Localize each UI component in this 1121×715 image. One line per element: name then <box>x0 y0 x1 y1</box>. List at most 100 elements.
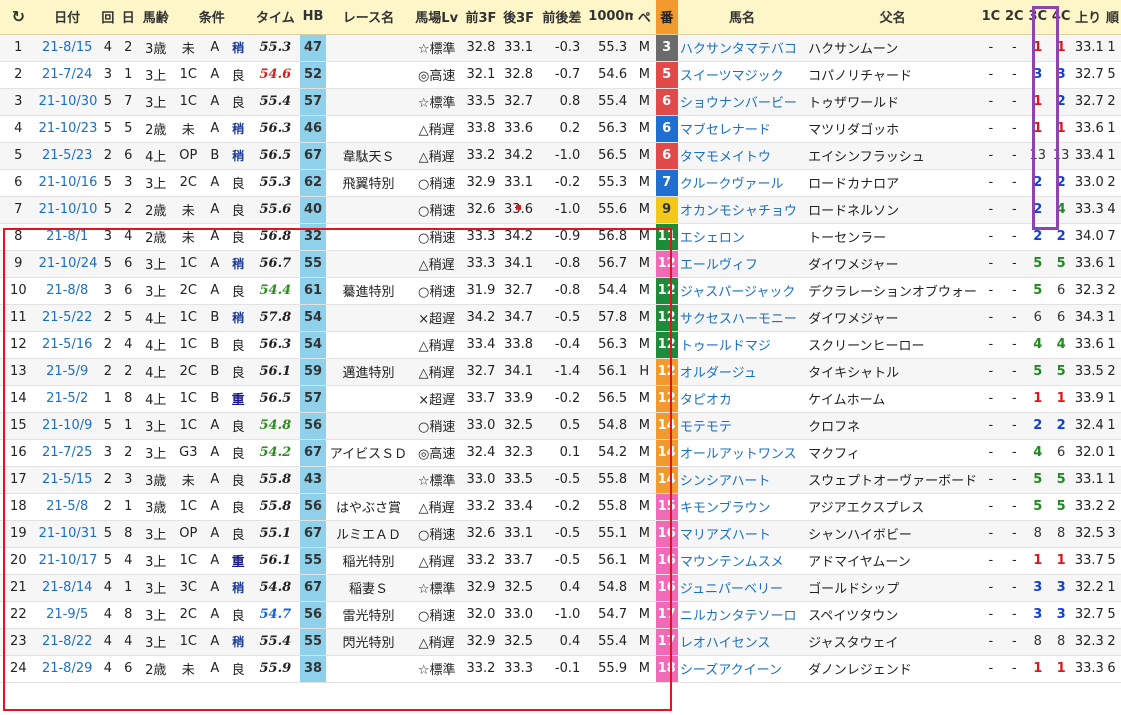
col-header-nichi[interactable]: 日 <box>118 0 139 35</box>
horse-name-link[interactable]: エールヴィフ <box>677 250 807 278</box>
race-name-cell[interactable]: 稲妻Ｓ <box>325 574 412 602</box>
race-name-cell[interactable] <box>325 88 412 116</box>
race-name-cell[interactable]: 閃光特別 <box>325 628 412 656</box>
date-link[interactable]: 21-7/25 <box>36 439 98 467</box>
race-name-cell[interactable] <box>325 250 412 278</box>
col-header-track-level[interactable]: 馬場Lv <box>411 0 463 35</box>
race-name-cell[interactable]: 雷光特別 <box>325 601 412 629</box>
race-name-cell[interactable] <box>325 655 412 683</box>
date-link[interactable]: 21-10/31 <box>36 520 98 548</box>
date-link[interactable]: 21-10/24 <box>36 250 98 278</box>
race-name-cell[interactable]: アイビスＳＤ <box>325 439 412 467</box>
horse-name-link[interactable]: シーズアクイーン <box>677 655 807 683</box>
horse-name-link[interactable]: マブセレナード <box>677 115 807 143</box>
horse-name-link[interactable]: トゥールドマジ <box>677 331 807 359</box>
date-link[interactable]: 21-8/15 <box>36 34 98 62</box>
horse-name-link[interactable]: ショウナンバービー <box>677 88 807 116</box>
horse-name-link[interactable]: マウンテンムスメ <box>677 547 807 575</box>
col-header-race-name[interactable]: レース名 <box>325 0 412 35</box>
date-link[interactable]: 21-9/5 <box>36 601 98 629</box>
reload-icon[interactable]: ↻ <box>0 0 37 35</box>
race-name-cell[interactable]: はやぶさ賞 <box>325 493 412 521</box>
last3f-cell: 32.5 <box>499 628 538 656</box>
col-header-last3f[interactable]: 後3F <box>499 0 538 35</box>
col-header-first3f[interactable]: 前3F <box>462 0 500 35</box>
race-name-cell[interactable] <box>325 412 412 440</box>
col-header-age[interactable]: 馬齢 <box>138 0 174 35</box>
horse-name-link[interactable]: タマモメイトウ <box>677 142 807 170</box>
horse-name-link[interactable]: オカンモシャチョウ <box>677 196 807 224</box>
race-name-cell[interactable]: ルミエＡＤ <box>325 520 412 548</box>
horse-name-link[interactable]: レオハイセンス <box>677 628 807 656</box>
horse-name-link[interactable]: キモンブラウン <box>677 493 807 521</box>
col-header-time[interactable]: タイム <box>250 0 301 35</box>
date-link[interactable]: 21-8/8 <box>36 277 98 305</box>
horse-name-link[interactable]: ジャスパージャック <box>677 277 807 305</box>
date-link[interactable]: 21-10/17 <box>36 547 98 575</box>
m1000-cell: 56.3 <box>586 331 634 359</box>
date-link[interactable]: 21-10/23 <box>36 115 98 143</box>
horse-name-link[interactable]: オルダージュ <box>677 358 807 386</box>
date-link[interactable]: 21-10/30 <box>36 88 98 116</box>
col-header-ban[interactable]: 番 <box>655 0 678 35</box>
race-name-cell[interactable] <box>325 385 412 413</box>
date-link[interactable]: 21-10/9 <box>36 412 98 440</box>
col-header-kai[interactable]: 回 <box>97 0 119 35</box>
date-link[interactable]: 21-5/23 <box>36 142 98 170</box>
horse-name-link[interactable]: オールアットワンス <box>677 439 807 467</box>
col-header-hb[interactable]: HB <box>300 0 326 35</box>
col-header-2c[interactable]: 2C <box>1002 0 1027 35</box>
horse-name-link[interactable]: ジュニパーベリー <box>677 574 807 602</box>
age-cell: 3上 <box>138 547 174 575</box>
col-header-pace[interactable]: ペ <box>633 0 656 35</box>
col-header-agari[interactable]: 上り <box>1072 0 1104 35</box>
date-link[interactable]: 21-10/10 <box>36 196 98 224</box>
col-header-1c[interactable]: 1C <box>979 0 1003 35</box>
col-header-diff[interactable]: 前後差 <box>537 0 587 35</box>
date-link[interactable]: 21-5/22 <box>36 304 98 332</box>
horse-name-link[interactable]: スイーツマジック <box>677 61 807 89</box>
date-link[interactable]: 21-10/16 <box>36 169 98 197</box>
race-name-cell[interactable]: 飛翼特別 <box>325 169 412 197</box>
col-header-1000m[interactable]: 1000m <box>586 0 634 35</box>
date-link[interactable]: 21-8/14 <box>36 574 98 602</box>
date-link[interactable]: 21-7/24 <box>36 61 98 89</box>
date-link[interactable]: 21-5/8 <box>36 493 98 521</box>
col-header-4c[interactable]: 4C <box>1049 0 1073 35</box>
race-name-cell[interactable]: 稲光特別 <box>325 547 412 575</box>
race-name-cell[interactable] <box>325 223 412 251</box>
horse-name-link[interactable]: モテモテ <box>677 412 807 440</box>
horse-name-link[interactable]: ハクサンタマテバコ <box>677 34 807 62</box>
race-name-cell[interactable]: 驀進特別 <box>325 277 412 305</box>
col-header-juni[interactable]: 順 <box>1103 0 1121 35</box>
race-name-cell[interactable] <box>325 115 412 143</box>
race-name-cell[interactable] <box>325 61 412 89</box>
date-link[interactable]: 21-5/2 <box>36 385 98 413</box>
col-header-condition[interactable]: 条件 <box>173 0 251 35</box>
race-name-cell[interactable] <box>325 331 412 359</box>
time-cell: 54.6 <box>250 61 301 89</box>
col-header-date[interactable]: 日付 <box>36 0 98 35</box>
col-header-3c[interactable]: 3C <box>1026 0 1050 35</box>
date-link[interactable]: 21-5/15 <box>36 466 98 494</box>
date-link[interactable]: 21-8/22 <box>36 628 98 656</box>
date-link[interactable]: 21-5/9 <box>36 358 98 386</box>
col-header-horse[interactable]: 馬名 <box>677 0 807 35</box>
horse-name-link[interactable]: シンシアハート <box>677 466 807 494</box>
horse-name-link[interactable]: マリアズハート <box>677 520 807 548</box>
race-name-cell[interactable] <box>325 304 412 332</box>
horse-name-link[interactable]: エシェロン <box>677 223 807 251</box>
race-name-cell[interactable] <box>325 196 412 224</box>
race-name-cell[interactable] <box>325 34 412 62</box>
date-link[interactable]: 21-5/16 <box>36 331 98 359</box>
horse-name-link[interactable]: クルークヴァール <box>677 169 807 197</box>
date-link[interactable]: 21-8/29 <box>36 655 98 683</box>
horse-name-link[interactable]: ニルカンタテソーロ <box>677 601 807 629</box>
date-link[interactable]: 21-8/1 <box>36 223 98 251</box>
horse-name-link[interactable]: サクセスハーモニー <box>677 304 807 332</box>
race-name-cell[interactable] <box>325 466 412 494</box>
col-header-father[interactable]: 父名 <box>806 0 980 35</box>
race-name-cell[interactable]: 邁進特別 <box>325 358 412 386</box>
horse-name-link[interactable]: タピオカ <box>677 385 807 413</box>
race-name-cell[interactable]: 韋駄天Ｓ <box>325 142 412 170</box>
